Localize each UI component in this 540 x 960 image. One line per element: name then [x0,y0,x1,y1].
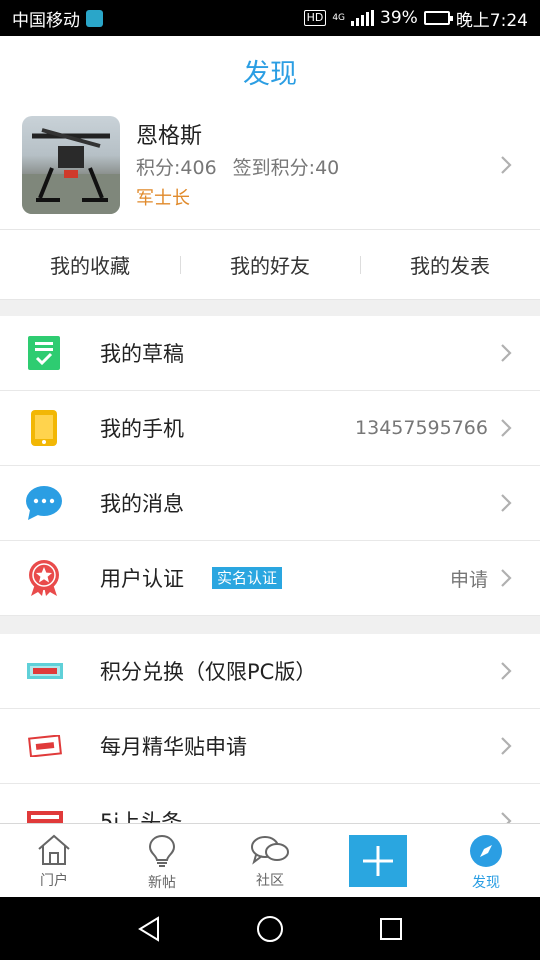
menu-label-headline: 5i上头条 [100,810,183,823]
chevron-right-icon [501,419,512,437]
compose-button[interactable] [349,835,407,887]
nav-item-compose[interactable] [324,824,432,897]
chevron-right-icon [501,494,512,512]
book-notification-icon [86,9,103,27]
profile-card[interactable]: 恩格斯 积分:406 签到积分:40 军士长 [0,106,540,230]
certificate-icon [26,560,62,596]
carrier-label: 中国移动 [12,10,80,31]
menu-label-points-exchange: 积分兑换（仅限PC版） [100,660,317,684]
chevron-right-icon [501,344,512,362]
headline-icon [26,803,64,823]
menu-label-phone: 我的手机 [100,417,184,441]
username: 恩格斯 [136,124,203,149]
nav-item-community[interactable]: 社区 [216,824,324,897]
menu-item-messages[interactable]: 我的消息 [0,466,540,541]
points-value: 积分:406 [136,157,217,179]
nav-label-community: 社区 [256,873,284,889]
compass-icon [470,835,502,867]
tab-friends[interactable]: 我的好友 [180,230,360,299]
chevron-right-icon [501,662,512,680]
recents-icon[interactable] [379,917,403,941]
clock: 晚上7:24 [455,10,528,31]
hd-icon: HD [303,10,327,26]
tab-favorites[interactable]: 我的收藏 [0,230,180,299]
phone-number: 13457595766 [355,417,488,439]
back-icon[interactable] [137,915,161,942]
points-exchange-icon [26,653,64,689]
drone-avatar-image [22,128,120,214]
plus-icon [363,846,393,876]
menu-item-essence-apply[interactable]: 每月精华贴申请 [0,709,540,784]
nav-item-discover[interactable]: 发现 [432,824,540,897]
bottom-nav: 门户 新帖 社区 发现 [0,823,540,897]
chevron-right-icon [501,156,512,174]
menu-item-certification[interactable]: 用户认证 实名认证 申请 [0,541,540,616]
nav-label-portal: 门户 [40,873,68,889]
nav-label-discover: 发现 [472,875,500,891]
network-type-label: 4G [332,12,346,23]
menu-label-certification: 用户认证 [100,567,184,591]
status-bar: 中国移动 HD 4G 39% 晚上7:24 [0,0,540,36]
nav-item-new-posts[interactable]: 新帖 [108,824,216,897]
nav-item-portal[interactable]: 门户 [0,824,108,897]
avatar[interactable] [22,116,120,214]
apply-label: 申请 [449,568,488,591]
chevron-right-icon [501,737,512,755]
menu-label-drafts: 我的草稿 [100,342,184,366]
chevron-right-icon [501,812,512,823]
menu-item-phone[interactable]: 我的手机 13457595766 [0,391,540,466]
nav-label-new-posts: 新帖 [148,875,176,891]
home-circle-icon[interactable] [256,915,284,943]
message-icon [26,485,62,521]
title-bar: 发现 [0,36,540,106]
chat-bubbles-icon [251,836,289,865]
draft-icon [26,335,62,371]
phone-icon [26,410,62,446]
menu-label-messages: 我的消息 [100,492,184,516]
essence-stamp-icon [26,728,64,764]
battery-icon [423,11,453,25]
menu-group-activities: 积分兑换（仅限PC版） 每月精华贴申请 5i上头条 [0,634,540,823]
menu-item-points-exchange[interactable]: 积分兑换（仅限PC版） [0,634,540,709]
menu-label-essence-apply: 每月精华贴申请 [100,735,247,759]
signal-icon [351,10,375,26]
home-icon [38,834,70,865]
signin-points-value: 签到积分:40 [232,157,340,179]
menu-item-drafts[interactable]: 我的草稿 [0,316,540,391]
lightbulb-icon [148,834,176,867]
chevron-right-icon [501,569,512,587]
profile-tabs: 我的收藏 我的好友 我的发表 [0,230,540,300]
tab-posts[interactable]: 我的发表 [360,230,540,299]
rank-label: 军士长 [136,188,190,209]
menu-group-personal: 我的草稿 我的手机 13457595766 我的消息 用户认证 实名认证 申请 [0,316,540,616]
battery-percent: 39% [380,8,418,28]
real-name-badge: 实名认证 [212,567,283,589]
page-title: 发现 [243,58,297,90]
menu-item-headline[interactable]: 5i上头条 [0,784,540,823]
system-nav-bar [0,897,540,960]
points-line: 积分:406 签到积分:40 [136,153,339,180]
